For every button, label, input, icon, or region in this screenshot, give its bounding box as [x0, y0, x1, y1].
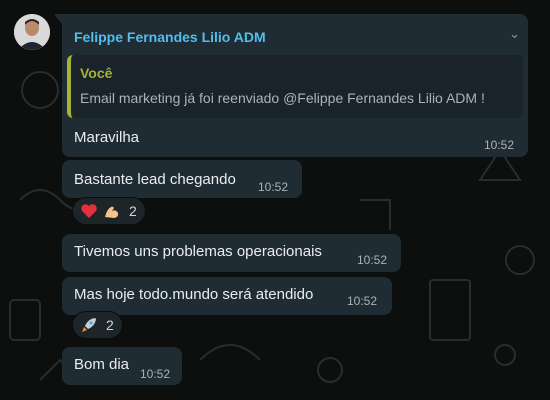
message-bubble[interactable]: Mas hoje todo.mundo será atendido 10:52 — [62, 277, 392, 315]
sender-avatar[interactable] — [14, 14, 50, 50]
message-bubble[interactable]: Bastante lead chegando 10:52 — [62, 160, 302, 198]
reaction-count: 2 — [106, 317, 114, 333]
message-time: 10:52 — [347, 294, 378, 308]
message-bubble[interactable]: Bom dia 10:52 — [62, 347, 182, 385]
rocket-emoji-icon — [79, 315, 99, 335]
sender-name[interactable]: Felippe Fernandes Lilio ADM — [74, 29, 266, 45]
message-text: Bastante lead chegando — [74, 171, 236, 188]
message-time: 10:52 — [484, 138, 515, 152]
reaction-count: 2 — [129, 203, 137, 219]
message-text: Tivemos uns problemas operacionais — [74, 243, 322, 260]
message-bubble[interactable]: Tivemos uns problemas operacionais 10:52 — [62, 234, 401, 272]
quoted-message[interactable]: Você Email marketing já foi reenviado @F… — [67, 55, 523, 118]
message-bubble[interactable]: Felippe Fernandes Lilio ADM ⌄ Você Email… — [62, 14, 528, 157]
message-text: Maravilha — [74, 129, 140, 146]
quoted-author: Você — [80, 65, 113, 81]
message-time: 10:52 — [357, 253, 388, 267]
message-time: 10:52 — [258, 180, 289, 194]
heart-emoji-icon — [79, 201, 99, 221]
reaction-pill[interactable]: 2 — [72, 311, 123, 339]
bubble-tail — [54, 14, 62, 24]
flexed-biceps-emoji-icon — [102, 201, 122, 221]
message-time: 10:52 — [140, 367, 171, 381]
message-text: Bom dia — [74, 356, 130, 373]
chevron-down-icon[interactable]: ⌄ — [509, 26, 520, 42]
quoted-text: Email marketing já foi reenviado @Felipp… — [80, 90, 485, 106]
reaction-pill[interactable]: 2 — [72, 197, 146, 225]
message-text: Mas hoje todo.mundo será atendido — [74, 286, 314, 303]
